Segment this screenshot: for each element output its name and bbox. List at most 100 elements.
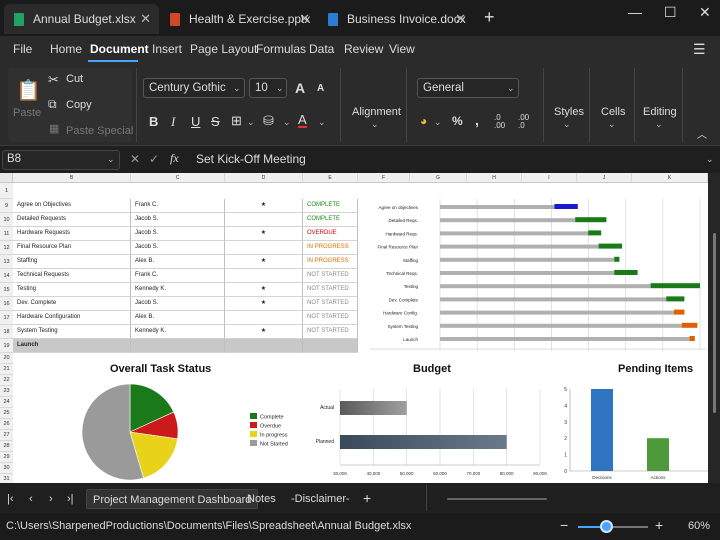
task-name-cell[interactable]: Testing [13, 283, 131, 297]
owner-cell[interactable]: Jacob S. [131, 241, 225, 255]
status-pie-chart[interactable]: Complete Overdue In progress Not Started [70, 378, 310, 483]
horizontal-scrollbar[interactable] [447, 498, 547, 500]
owner-cell[interactable]: Jacob S. [131, 213, 225, 227]
paste-button[interactable]: Paste [13, 107, 41, 119]
table-row[interactable]: Staffing Alex B. ★ IN PROGRESS [0, 255, 358, 269]
status-cell[interactable]: IN PROGRESS [303, 241, 358, 255]
editing-button[interactable]: Editing [643, 106, 677, 118]
table-row[interactable]: Dev. Complete Jacob S. ★ NOT STARTED [0, 297, 358, 311]
font-family-select[interactable]: Century Gothic [143, 78, 245, 98]
priority-star-cell[interactable] [225, 339, 303, 353]
task-name-cell[interactable]: Launch [13, 339, 131, 353]
owner-cell[interactable]: Jacob S. [131, 297, 225, 311]
first-sheet-icon[interactable]: |‹ [4, 489, 17, 509]
scrollbar-thumb[interactable] [713, 233, 716, 413]
task-name-cell[interactable]: Hardware Configuration [13, 311, 131, 325]
status-cell[interactable]: NOT STARTED [303, 325, 358, 339]
increase-font-icon[interactable]: A [295, 80, 305, 96]
table-row[interactable]: Technical Requests Frank C. NOT STARTED [0, 269, 358, 283]
column-header[interactable]: H [467, 173, 522, 183]
status-cell[interactable]: NOT STARTED [303, 283, 358, 297]
chevron-down-icon[interactable]: ⌄ [107, 154, 115, 165]
row-header[interactable]: 26 [0, 419, 13, 430]
column-header[interactable]: J [577, 173, 632, 183]
status-cell[interactable] [303, 339, 358, 353]
paste-special-button[interactable]: Paste Special [66, 125, 133, 137]
status-cell[interactable]: OVERDUE [303, 227, 358, 241]
priority-star-cell[interactable]: ★ [225, 325, 303, 339]
pending-bar-decisions[interactable] [591, 389, 613, 471]
status-cell[interactable]: COMPLETE [303, 199, 358, 213]
minimize-icon[interactable]: — [628, 4, 642, 20]
owner-cell[interactable]: Alex B. [131, 255, 225, 269]
alignment-button[interactable]: Alignment [352, 106, 401, 118]
prev-sheet-icon[interactable]: ‹ [26, 489, 36, 509]
select-all-corner[interactable] [0, 173, 13, 183]
owner-cell[interactable]: Jacob S. [131, 227, 225, 241]
zoom-out-icon[interactable]: − [560, 517, 568, 533]
menu-review[interactable]: Review [344, 42, 383, 56]
row-header[interactable]: 28 [0, 441, 13, 452]
name-box[interactable]: B8 [2, 150, 120, 170]
function-icon[interactable]: fx [170, 151, 179, 166]
hamburger-menu-icon[interactable]: ☰ [693, 41, 706, 58]
fill-color-icon[interactable]: ⛁ [263, 113, 274, 129]
gantt-duration-bar[interactable] [674, 309, 685, 315]
column-header[interactable]: E [303, 173, 358, 183]
sheet-tab-disclaimer[interactable]: -Disclaimer- [285, 489, 356, 509]
gantt-duration-bar[interactable] [575, 217, 607, 223]
budget-bar-chart[interactable]: 30,000 40,000 50,000 60,000 70,000 80,000 90,0… [310, 381, 560, 483]
clipboard-paste-icon[interactable]: 📋 [16, 78, 41, 103]
gantt-duration-bar[interactable] [689, 336, 695, 341]
column-header[interactable]: K [632, 173, 708, 183]
chevron-down-icon[interactable]: ⌄ [434, 117, 442, 128]
copy-icon[interactable]: ⧉ [48, 97, 57, 112]
italic-icon[interactable]: I [171, 114, 175, 130]
scissors-icon[interactable]: ✂ [48, 72, 59, 88]
cancel-icon[interactable]: ✕ [130, 152, 140, 166]
menu-view[interactable]: View [389, 42, 415, 56]
priority-star-cell[interactable]: ★ [225, 227, 303, 241]
copy-button[interactable]: Copy [66, 99, 92, 111]
strikethrough-icon[interactable]: S [211, 114, 220, 129]
row-header[interactable]: 23 [0, 386, 13, 397]
gantt-duration-bar[interactable] [614, 270, 638, 275]
maximize-icon[interactable]: ☐ [664, 4, 677, 21]
menu-insert[interactable]: Insert [152, 42, 182, 56]
row-header[interactable]: 29 [0, 452, 13, 463]
gantt-duration-bar[interactable] [598, 243, 622, 249]
chevron-down-icon[interactable]: ⌄ [371, 119, 379, 130]
cells-button[interactable]: Cells [601, 106, 625, 118]
owner-cell[interactable] [131, 339, 225, 353]
table-row[interactable]: Final Resource Plan Jacob S. IN PROGRESS [0, 241, 358, 255]
chevron-down-icon[interactable]: ⌄ [247, 117, 255, 128]
column-header[interactable]: G [410, 173, 467, 183]
menu-file[interactable]: File [13, 42, 32, 56]
chevron-down-icon[interactable]: ⌄ [283, 117, 291, 128]
budget-bar-actual[interactable] [340, 401, 407, 415]
currency-icon[interactable]: ◕ [420, 114, 427, 128]
row-header[interactable]: 21 [0, 364, 13, 375]
priority-star-cell[interactable] [225, 311, 303, 325]
last-sheet-icon[interactable]: ›| [64, 489, 77, 509]
row-header[interactable]: 20 [0, 353, 13, 364]
task-name-cell[interactable]: Technical Requests [13, 269, 131, 283]
close-icon[interactable]: ✕ [455, 11, 466, 27]
window-close-icon[interactable]: ✕ [699, 4, 711, 21]
owner-cell[interactable]: Frank C. [131, 199, 225, 213]
sheet-tab-notes[interactable]: Notes [241, 489, 282, 509]
bold-icon[interactable]: B [149, 114, 158, 129]
owner-cell[interactable]: Frank C. [131, 269, 225, 283]
file-tab-business-invoice[interactable]: Business Invoice.docx ✕ [318, 4, 474, 34]
chevron-down-icon[interactable]: ⌄ [276, 83, 284, 94]
next-sheet-icon[interactable]: › [46, 489, 56, 509]
table-row[interactable]: Hardware Configuration Alex B. NOT STARTED [0, 311, 358, 325]
zoom-slider-thumb[interactable] [600, 520, 613, 533]
new-tab-plus-icon[interactable]: + [484, 7, 495, 28]
percent-icon[interactable]: % [452, 114, 463, 128]
gantt-duration-bar[interactable] [681, 322, 698, 328]
chevron-down-icon[interactable]: ⌄ [233, 83, 241, 94]
task-name-cell[interactable]: Hardware Requests [13, 227, 131, 241]
owner-cell[interactable]: Alex B. [131, 311, 225, 325]
pending-items-chart[interactable]: 012345DecisionsActionsCha [558, 381, 708, 483]
